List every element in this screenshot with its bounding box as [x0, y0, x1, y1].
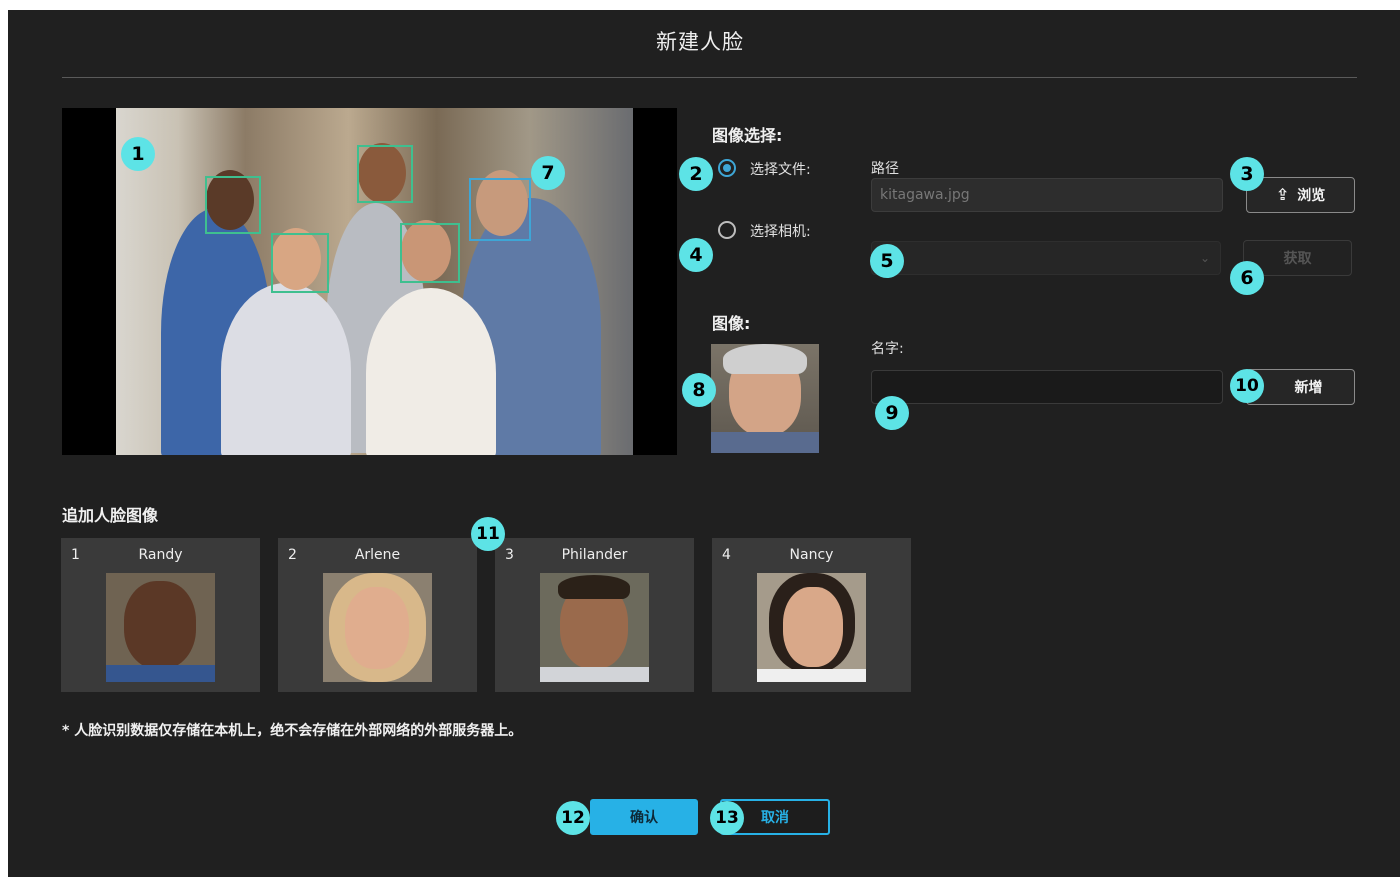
camera-option-label: 选择相机:: [750, 224, 811, 240]
selected-face-image: [711, 344, 819, 453]
callout-badge: 9: [875, 396, 909, 430]
upload-icon: ⇪: [1275, 185, 1290, 204]
face-card-index: 4: [722, 547, 731, 563]
callout-badge: 4: [679, 238, 713, 272]
title-divider: [62, 77, 1357, 78]
dialog-title: 新建人脸: [656, 30, 744, 54]
camera-select[interactable]: ⌄: [871, 241, 1221, 275]
callout-badge: 10: [1230, 369, 1264, 403]
face-card-name: Randy: [138, 547, 183, 563]
cancel-label: 取消: [761, 810, 789, 826]
file-option-label: 选择文件:: [750, 162, 811, 178]
image-select-heading: 图像选择:: [712, 126, 783, 145]
face-box[interactable]: [357, 145, 413, 203]
browse-label: 浏览: [1297, 188, 1326, 204]
callout-badge: 11: [471, 517, 505, 551]
face-card[interactable]: Arlene 2: [278, 538, 477, 692]
callout-badge: 13: [710, 801, 744, 835]
person-body: [221, 283, 351, 455]
callout-badge: 6: [1230, 261, 1264, 295]
confirm-button[interactable]: 确认: [590, 799, 698, 835]
faces-heading: 追加人脸图像: [62, 506, 159, 525]
face-box[interactable]: [271, 233, 329, 293]
callout-badge: 8: [682, 373, 716, 407]
path-label: 路径: [871, 161, 899, 177]
add-label: 新增: [1294, 380, 1323, 396]
callout-badge: 2: [679, 157, 713, 191]
face-card-name: Philander: [561, 547, 628, 563]
path-input[interactable]: kitagawa.jpg: [871, 178, 1223, 212]
face-card[interactable]: Philander 3: [495, 538, 694, 692]
confirm-label: 确认: [630, 810, 658, 826]
callout-badge: 1: [121, 137, 155, 171]
name-input[interactable]: [871, 370, 1223, 404]
callout-badge: 5: [870, 244, 904, 278]
face-box[interactable]: [205, 176, 261, 234]
capture-label: 获取: [1283, 251, 1312, 267]
face-card-photo: [323, 573, 432, 682]
callout-badge: 7: [531, 156, 565, 190]
camera-radio[interactable]: [718, 221, 736, 239]
callout-badge: 12: [556, 801, 590, 835]
file-radio[interactable]: [718, 159, 736, 177]
face-box[interactable]: [400, 223, 460, 283]
face-card-photo: [540, 573, 649, 682]
face-card-index: 1: [71, 547, 80, 563]
person-body: [366, 288, 496, 455]
face-card-index: 2: [288, 547, 297, 563]
name-label: 名字:: [871, 341, 904, 357]
callout-badge: 3: [1230, 157, 1264, 191]
face-card-index: 3: [505, 547, 514, 563]
face-card-name: Nancy: [789, 547, 834, 563]
image-heading: 图像:: [712, 314, 751, 333]
face-card[interactable]: Randy 1: [61, 538, 260, 692]
image-preview: [62, 108, 677, 455]
chevron-down-icon: ⌄: [1199, 251, 1210, 265]
privacy-note: * 人脸识别数据仅存储在本机上，绝不会存储在外部网络的外部服务器上。: [62, 723, 523, 739]
face-card-photo: [757, 573, 866, 682]
face-card-photo: [106, 573, 215, 682]
face-card[interactable]: Nancy 4: [712, 538, 911, 692]
face-card-name: Arlene: [354, 547, 401, 563]
face-box-selected[interactable]: [469, 178, 531, 241]
browse-button[interactable]: ⇪ 浏览: [1246, 177, 1355, 213]
